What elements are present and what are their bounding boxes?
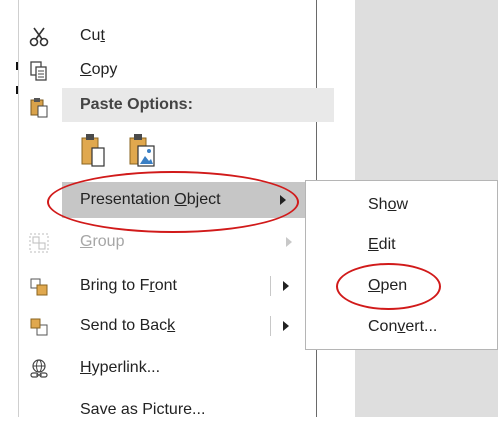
menu-item-bring-to-front[interactable]: Bring to Front [18,268,316,304]
paste-options-header: Paste Options: [62,88,334,122]
submenu-arrow-icon[interactable] [283,281,289,291]
paste-icon [28,96,50,118]
group-icon [28,232,50,254]
submenu-item-convert[interactable]: Convert... [306,306,497,346]
menu-item-label: Cut [80,27,105,44]
split-separator [270,316,271,336]
menu-item-label: Copy [80,61,118,78]
paste-as-picture-button[interactable] [128,132,156,168]
menu-item-hyperlink[interactable]: Hyperlink... [18,350,316,386]
menu-item-cut[interactable]: Cut [18,18,316,54]
submenu-item-label: Edit [368,236,396,253]
menu-item-copy[interactable]: Copy [18,52,316,88]
menu-item-label: Bring to Front [80,277,177,294]
copy-icon [28,60,50,82]
menu-item-send-to-back[interactable]: Send to Back [18,308,316,344]
menu-item-label: Save as Picture... [80,401,206,418]
submenu-item-edit[interactable]: Edit [306,224,497,264]
submenu-item-label: Show [368,196,409,213]
annotation-oval-open [336,263,441,310]
hyperlink-icon [28,358,50,380]
submenu-arrow-icon[interactable] [283,321,289,331]
paste-keep-format-icon [81,134,105,167]
send-to-back-icon [28,316,50,338]
menu-item-label: Hyperlink... [80,359,161,376]
menu-item-save-as-picture[interactable]: Save as Picture... [18,392,316,428]
submenu-arrow-icon [286,237,292,247]
annotation-oval-presentation-object [47,171,299,233]
submenu-item-show[interactable]: Show [306,184,497,224]
menu-item-label: Send to Back [80,317,176,334]
paste-keep-format-button[interactable] [80,132,106,168]
scissors-icon [28,26,50,48]
submenu-item-label: Convert... [368,318,438,335]
split-separator [270,276,271,296]
menu-item-label: Group [80,233,125,250]
bring-to-front-icon [28,276,50,298]
paste-options-label: Paste Options: [80,96,193,113]
paste-as-picture-icon [129,134,155,167]
